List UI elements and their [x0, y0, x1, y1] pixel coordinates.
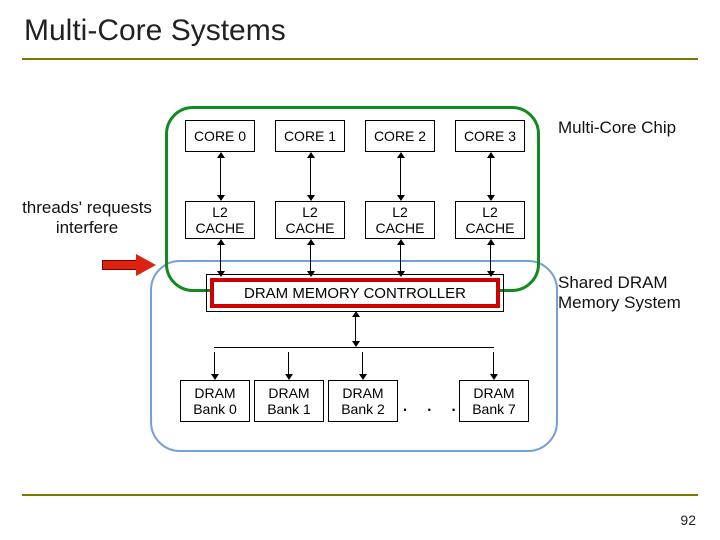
interference-arrow-icon [102, 254, 156, 276]
conn-bus-bank1 [288, 352, 289, 375]
conn-l2-2-mem [400, 244, 401, 272]
dram-bank-1: DRAM Bank 1 [254, 380, 324, 422]
conn-l2-1-mem [310, 244, 311, 272]
conn-core1-l2 [310, 157, 311, 196]
conn-memctrl-bus [355, 316, 356, 342]
conn-bus-bank7 [493, 352, 494, 375]
label-threads-interfere: threads' requests interfere [12, 198, 162, 238]
core-2: CORE 2 [365, 120, 435, 152]
diagram-stage: CORE 0 CORE 1 CORE 2 CORE 3 L2 CACHE L2 … [0, 58, 720, 494]
core-0: CORE 0 [185, 120, 255, 152]
l2-cache-1: L2 CACHE [275, 201, 345, 239]
ellipsis: . . . [402, 391, 463, 417]
l2-cache-3: L2 CACHE [455, 201, 525, 239]
core-1: CORE 1 [275, 120, 345, 152]
slide-title: Multi-Core Systems [0, 0, 720, 54]
conn-bus-bank0 [214, 352, 215, 375]
conn-core3-l2 [490, 157, 491, 196]
dram-memory-controller: DRAM MEMORY CONTROLLER [210, 278, 500, 308]
conn-core2-l2 [400, 157, 401, 196]
dram-bank-0: DRAM Bank 0 [180, 380, 250, 422]
conn-l2-3-mem [490, 244, 491, 272]
conn-core0-l2 [220, 157, 221, 196]
conn-bus-bank2 [362, 352, 363, 375]
page-number: 92 [680, 512, 696, 528]
l2-cache-0: L2 CACHE [185, 201, 255, 239]
label-shared-dram: Shared DRAM Memory System [558, 273, 708, 313]
dram-bank-2: DRAM Bank 2 [328, 380, 398, 422]
dram-bus [214, 347, 494, 348]
l2-cache-2: L2 CACHE [365, 201, 435, 239]
core-3: CORE 3 [455, 120, 525, 152]
rule-bottom [22, 494, 698, 496]
conn-l2-0-mem [220, 244, 221, 272]
dram-bank-7: DRAM Bank 7 [459, 380, 529, 422]
label-multi-core-chip: Multi-Core Chip [558, 118, 678, 138]
